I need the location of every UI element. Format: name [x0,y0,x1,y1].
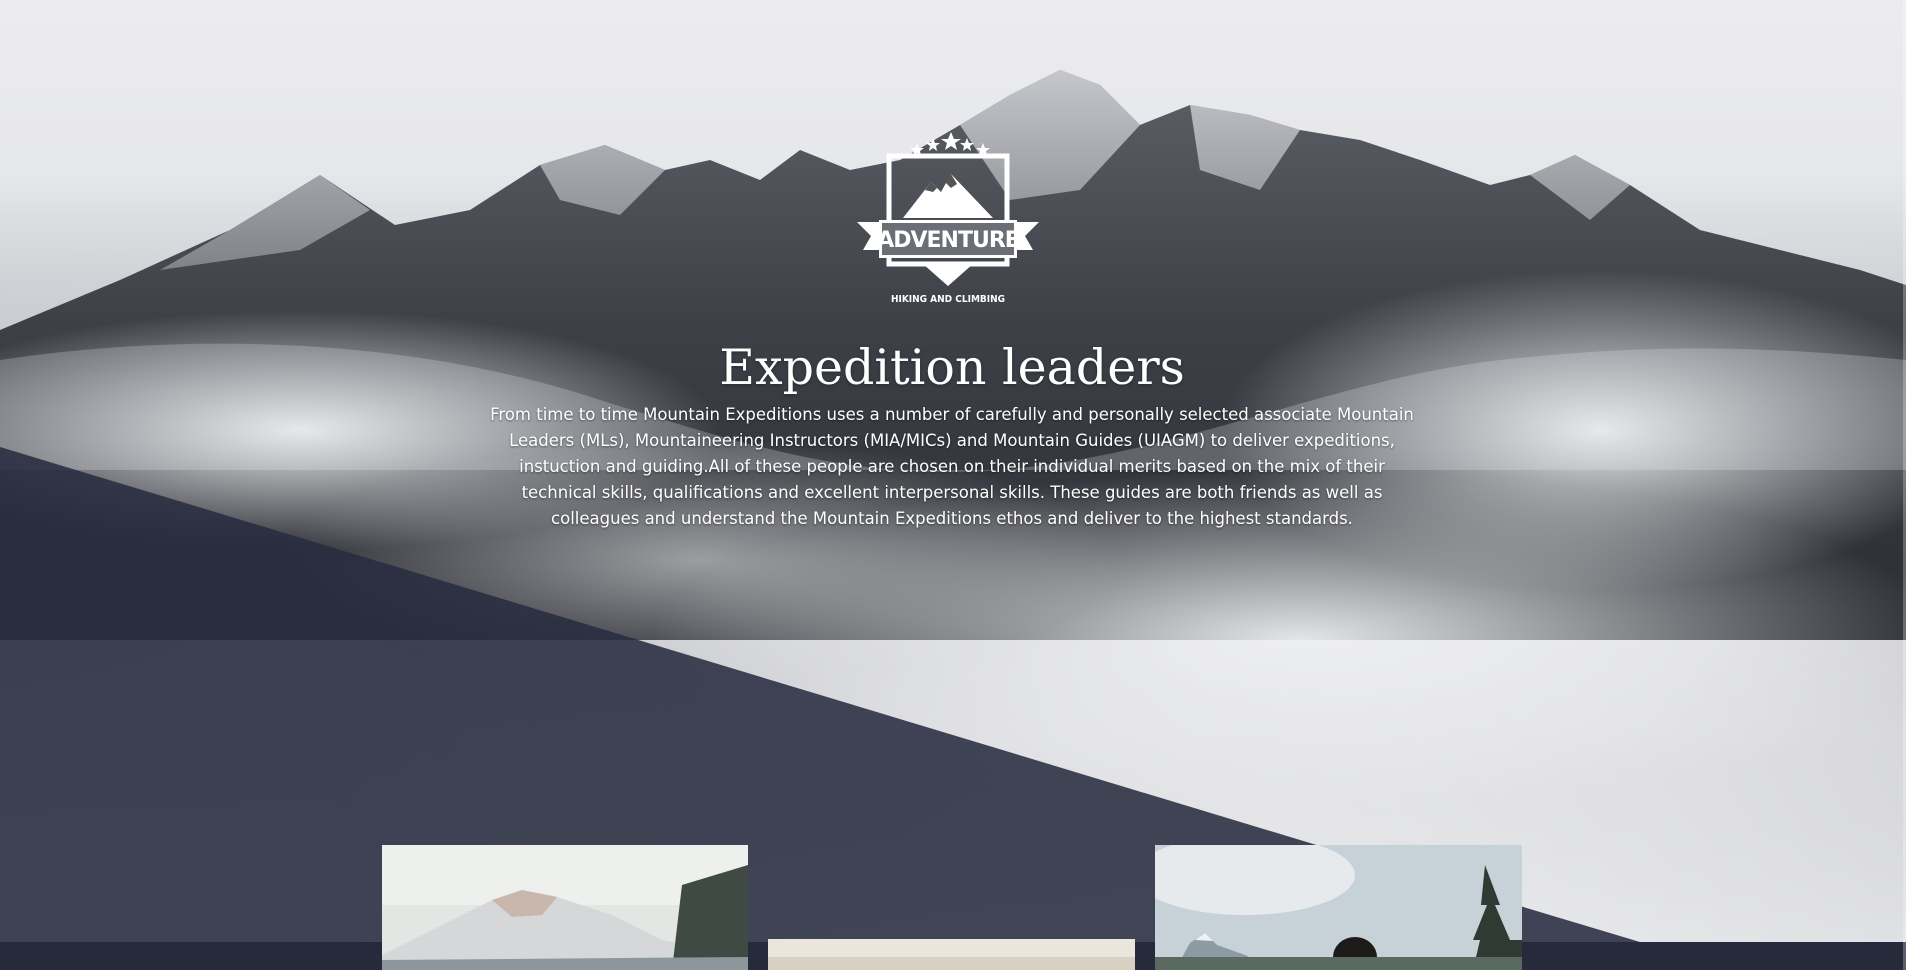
gallery-card-1[interactable] [382,845,748,970]
logo-tagline: HIKING AND CLIMBING [891,294,1005,305]
page-title: Expedition leaders [719,339,1185,396]
adventure-logo[interactable]: HIKING AND CLIMBING ADVENTURE [853,126,1043,316]
logo-brand: ADVENTURE [877,228,1019,253]
gallery-photo-2 [768,939,1135,970]
hero-content: Expedition leaders From time to time Mou… [480,336,1424,532]
gallery-card-2[interactable] [768,939,1135,970]
snow-mountain-photo [382,845,748,970]
mountain-badge-icon: HIKING AND CLIMBING ADVENTURE [857,132,1039,305]
hero-description: From time to time Mountain Expeditions u… [490,405,1414,528]
page: HIKING AND CLIMBING ADVENTURE Expedition… [0,0,1906,970]
hiker-photo [1155,845,1522,970]
gallery-card-3[interactable] [1155,845,1522,970]
